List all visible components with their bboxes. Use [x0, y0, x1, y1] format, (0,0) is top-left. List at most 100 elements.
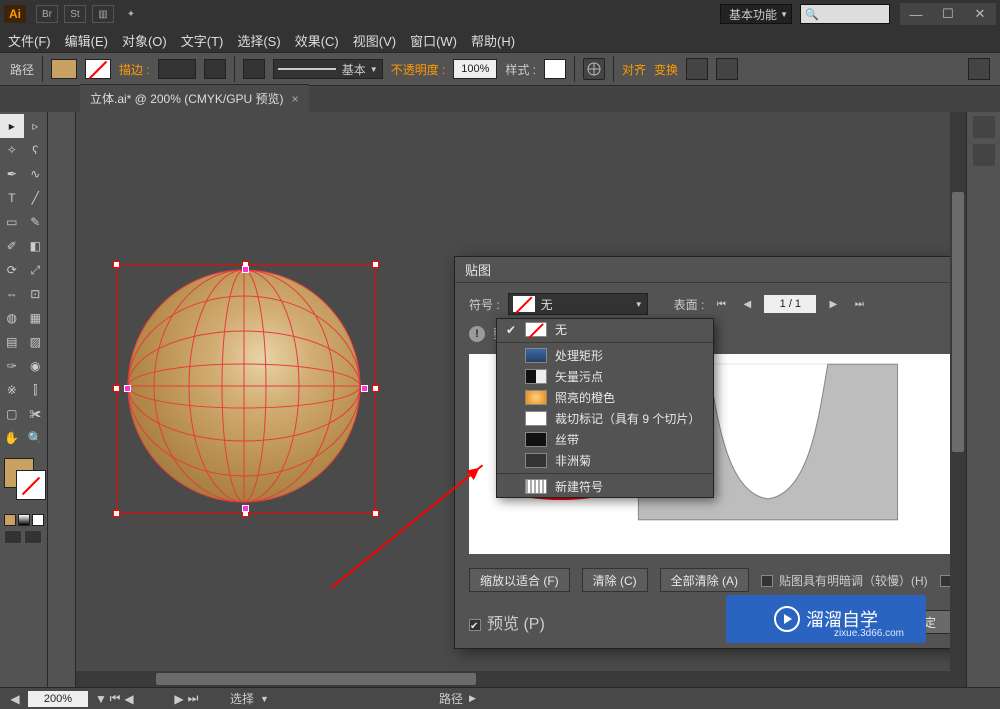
preview-checkbox[interactable]: 预览 (P) — [469, 610, 545, 634]
resize-handle[interactable] — [113, 510, 120, 517]
horizontal-scrollbar[interactable] — [76, 671, 966, 687]
symbol-option[interactable]: 处理矩形 — [497, 345, 713, 366]
menu-view[interactable]: 视图(V) — [353, 31, 396, 50]
mesh-tool-icon[interactable]: ▤ — [0, 330, 24, 354]
arrange-icon[interactable]: ▥ — [92, 5, 114, 23]
scale-to-fit-button[interactable]: 缩放以适合 (F) — [469, 568, 570, 592]
paintbrush-tool-icon[interactable]: ✎ — [24, 210, 48, 234]
stroke-weight-input[interactable] — [158, 59, 196, 79]
window-maximize[interactable]: ☐ — [932, 3, 964, 25]
symbol-option[interactable]: 矢量污点 — [497, 366, 713, 387]
symbol-option-none[interactable]: ✔无 — [497, 319, 713, 340]
menu-file[interactable]: 文件(F) — [8, 31, 51, 50]
artboard-last-icon[interactable]: ⏭ — [186, 691, 200, 706]
symbol-option[interactable]: 裁切标记（具有 9 个切片） — [497, 408, 713, 429]
scale-tool-icon[interactable]: ⤢ — [24, 258, 48, 282]
fill-swatch[interactable] — [51, 59, 77, 79]
blend-tool-icon[interactable]: ◉ — [24, 354, 48, 378]
vertical-scrollbar[interactable] — [950, 112, 966, 671]
status-path-dropdown-icon[interactable]: ▶ — [469, 693, 476, 704]
transform-link[interactable]: 变换 — [654, 61, 678, 78]
zoom-dropdown-icon[interactable]: ▼ — [94, 692, 108, 706]
symbol-option[interactable]: 照亮的橙色 — [497, 387, 713, 408]
menu-type[interactable]: 文字(T) — [181, 31, 224, 50]
opacity-link[interactable]: 不透明度 : — [391, 61, 446, 78]
slice-tool-icon[interactable]: ✀ — [24, 402, 48, 426]
resize-handle[interactable] — [372, 510, 379, 517]
width-tool-icon[interactable]: ⇔ — [0, 282, 24, 306]
menu-edit[interactable]: 编辑(E) — [65, 31, 108, 50]
pencil-tool-icon[interactable]: ✐ — [0, 234, 24, 258]
artboard-tool-icon[interactable]: ▢ — [0, 402, 24, 426]
scrollbar-thumb[interactable] — [952, 192, 964, 452]
fill-stroke-indicator[interactable] — [0, 456, 48, 506]
document-tab-close-icon[interactable]: × — [292, 92, 299, 106]
graph-tool-icon[interactable]: ⫿ — [24, 378, 48, 402]
clear-all-button[interactable]: 全部清除 (A) — [660, 568, 749, 592]
symbol-option-new[interactable]: 新建符号 — [497, 476, 713, 497]
surface-last-icon[interactable]: ⏭ — [850, 295, 868, 313]
screen-mode-normal-icon[interactable] — [4, 530, 22, 544]
screen-mode-full-icon[interactable] — [24, 530, 42, 544]
resize-handle[interactable] — [113, 385, 120, 392]
clear-button[interactable]: 清除 (C) — [582, 568, 648, 592]
stroke-link[interactable]: 描边 : — [119, 61, 150, 78]
brush-select[interactable]: 基本▼ — [273, 59, 383, 79]
line-tool-icon[interactable]: ╱ — [24, 186, 48, 210]
menu-object[interactable]: 对象(O) — [122, 31, 167, 50]
zoom-level[interactable]: 200% — [28, 691, 88, 707]
direct-selection-tool-icon[interactable]: ▹ — [24, 114, 48, 138]
magic-wand-tool-icon[interactable]: ✧ — [0, 138, 24, 162]
stock-icon[interactable]: St — [64, 5, 86, 23]
curvature-tool-icon[interactable]: ∿ — [24, 162, 48, 186]
selected-3d-sphere[interactable] — [116, 264, 376, 514]
edit-clip-icon[interactable] — [716, 58, 738, 80]
shade-artwork-checkbox[interactable]: 贴图具有明暗调（较慢）(H) — [761, 572, 928, 589]
opacity-value[interactable]: 100% — [453, 59, 497, 79]
align-link[interactable]: 对齐 — [622, 61, 646, 78]
workspace-switcher[interactable]: 基本功能 — [720, 4, 792, 24]
menu-window[interactable]: 窗口(W) — [410, 31, 457, 50]
artboard-next-icon[interactable]: ▶ — [172, 692, 186, 706]
perspective-tool-icon[interactable]: ▦ — [24, 306, 48, 330]
panel-icon[interactable] — [973, 144, 995, 166]
color-mode-icon[interactable] — [4, 514, 16, 526]
document-tab[interactable]: 立体.ai* @ 200% (CMYK/GPU 预览) × — [80, 84, 309, 112]
pen-tool-icon[interactable]: ✒ — [0, 162, 24, 186]
panel-icon[interactable] — [973, 116, 995, 138]
control-overflow-icon[interactable] — [968, 58, 990, 80]
eyedropper-tool-icon[interactable]: ✑ — [0, 354, 24, 378]
anchor-point[interactable] — [361, 385, 368, 392]
rotate-tool-icon[interactable]: ⟳ — [0, 258, 24, 282]
symbol-select[interactable]: 无 — [508, 293, 648, 315]
scrollbar-thumb[interactable] — [156, 673, 476, 685]
window-close[interactable]: ✕ — [964, 3, 996, 25]
anchor-point[interactable] — [124, 385, 131, 392]
menu-effect[interactable]: 效果(C) — [295, 31, 339, 50]
stroke-profile-select[interactable] — [204, 59, 226, 79]
gradient-tool-icon[interactable]: ▨ — [24, 330, 48, 354]
symbol-option[interactable]: 丝带 — [497, 429, 713, 450]
isolate-icon[interactable] — [686, 58, 708, 80]
gradient-mode-icon[interactable] — [18, 514, 30, 526]
left-collapsed-panels[interactable] — [48, 112, 76, 687]
free-transform-tool-icon[interactable]: ⊡ — [24, 282, 48, 306]
resize-handle[interactable] — [372, 261, 379, 268]
bridge-icon[interactable]: Br — [36, 5, 58, 23]
recolor-artwork-icon[interactable] — [583, 58, 605, 80]
search-input[interactable]: 🔍 — [800, 4, 890, 24]
menu-help[interactable]: 帮助(H) — [471, 31, 515, 50]
surface-index[interactable]: 1 / 1 — [764, 295, 816, 313]
rectangle-tool-icon[interactable]: ▭ — [0, 210, 24, 234]
menu-select[interactable]: 选择(S) — [237, 31, 280, 50]
artboard-first-icon[interactable]: ⏮ — [108, 691, 122, 706]
surface-next-icon[interactable]: ▶ — [824, 295, 842, 313]
stroke-indicator[interactable] — [16, 470, 46, 500]
graphic-style-swatch[interactable] — [544, 59, 566, 79]
symbol-sprayer-tool-icon[interactable]: ※ — [0, 378, 24, 402]
type-tool-icon[interactable]: T — [0, 186, 24, 210]
surface-prev-icon[interactable]: ◀ — [738, 295, 756, 313]
hand-tool-icon[interactable]: ✋ — [0, 426, 24, 450]
anchor-point[interactable] — [242, 505, 249, 512]
none-mode-icon[interactable] — [32, 514, 44, 526]
